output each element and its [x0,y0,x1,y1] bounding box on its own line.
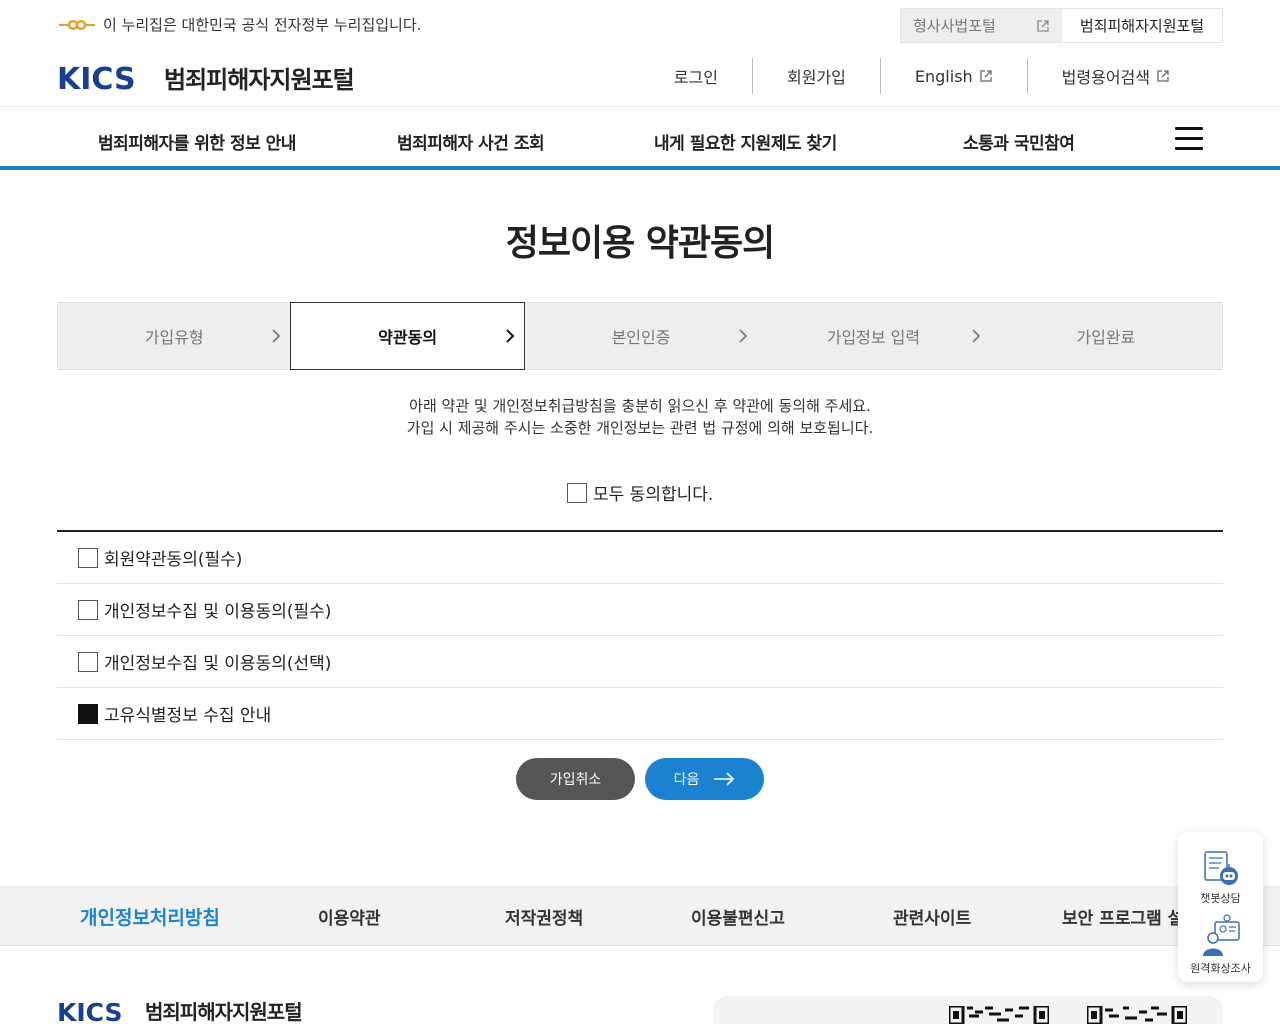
footer-link-report[interactable]: 이용불편신고 [691,904,785,929]
footer-title: 범죄피해자지원포털 [145,1000,303,1024]
signup-link[interactable]: 회원가입 [752,58,880,94]
chevron-right-icon [272,329,281,343]
footer-nav: 개인정보처리방침 이용약관 저작권정책 이용불편신고 관련사이트 보안 프로그램… [0,886,1280,946]
kics-logo-icon: KICS [57,998,123,1024]
action-buttons: 가입취소 다음 [0,758,1280,800]
cancel-signup-button[interactable]: 가입취소 [516,758,635,800]
nav-item-support-finder[interactable]: 내게 필요한 지원제도 찾기 [654,129,837,154]
legal-term-search-link[interactable]: 법령용어검색 [1026,58,1204,94]
term-unique-id-notice[interactable]: 고유식별정보 수집 안내 [57,688,1223,740]
footer-link-copyright[interactable]: 저작권정책 [505,904,583,929]
nav-item-victim-info[interactable]: 범죄피해자를 위한 정보 안내 [98,129,296,154]
step-info-entry: 가입정보 입력 [757,303,989,369]
chevron-right-icon [739,329,748,343]
step-complete: 가입완료 [990,303,1222,369]
signup-steps: 가입유형 약관동의 본인인증 가입정보 입력 가입완료 [57,302,1223,370]
gov-notice-text: 이 누리집은 대한민국 공식 전자정부 누리집입니다. [103,16,422,34]
portal-link-criminal-justice[interactable]: 형사사법포털 [901,9,1062,42]
intro-line: 아래 약관 및 개인정보취급방침을 충분히 읽으신 후 약관에 동의해 주세요. [409,397,871,415]
intro-text: 아래 약관 및 개인정보취급방침을 충분히 읽으신 후 약관에 동의해 주세요.… [0,395,1280,439]
chatbot-icon [1203,851,1238,885]
nav-item-participation[interactable]: 소통과 국민참여 [963,129,1075,154]
term-label: 개인정보수집 및 이용동의(필수) [104,602,332,622]
external-link-icon [1157,70,1169,82]
cancel-label: 가입취소 [549,772,602,788]
term-member-agreement[interactable]: 회원약관동의(필수) [57,532,1223,584]
footer-link-terms[interactable]: 이용약관 [318,904,381,929]
site-logo[interactable]: KICS 범죄피해자지원포털 [57,60,355,95]
checkbox-box[interactable] [567,482,587,503]
chatbot-button[interactable]: 챗봇상담 [1178,850,1263,906]
login-label: 로그인 [673,68,718,87]
nav-item-case-lookup[interactable]: 범죄피해자 사건 조회 [397,129,545,154]
term-label: 고유식별정보 수집 안내 [104,706,272,726]
footer-link-privacy-policy[interactable]: 개인정보처리방침 [80,903,220,930]
checkbox-box[interactable] [78,599,98,620]
checkbox-box[interactable] [78,703,98,724]
gov-emblem-icon [59,19,95,30]
step-terms-agreement: 약관동의 [290,302,525,370]
next-button[interactable]: 다음 [645,758,764,800]
english-link[interactable]: English [879,58,1027,94]
term-label: 개인정보수집 및 이용동의(선택) [104,654,332,674]
english-label: English [914,66,973,86]
chevron-right-icon [972,329,980,343]
step-identity-verification: 본인인증 [525,303,757,369]
page-title: 정보이용 약관동의 [505,223,776,264]
intro-line: 가입 시 제공해 주시는 소중한 개인정보는 관련 법 규정에 의해 보호됩니다… [406,419,874,437]
step-label: 가입유형 [144,328,204,347]
step-label: 가입정보 입력 [826,328,921,347]
chevron-right-icon [506,329,515,343]
gov-banner: 이 누리집은 대한민국 공식 전자정부 누리집입니다. 형사사법포털 범죄피해자… [0,0,1280,50]
terms-list: 회원약관동의(필수) 개인정보수집 및 이용동의(필수) 개인정보수집 및 이용… [57,530,1223,740]
step-label: 약관동의 [378,328,438,347]
portal-link-label: 범죄피해자지원포털 [1079,17,1205,35]
portal-link-label: 형사사법포털 [913,17,996,35]
kics-logo-icon: KICS [57,62,136,94]
floating-quick-menu: 챗봇상담 원격화상조사 [1178,832,1263,982]
video-interview-label: 원격화상조사 [1190,962,1251,975]
external-link-icon [980,70,992,82]
portal-link-victim-support[interactable]: 범죄피해자지원포털 [1062,9,1222,42]
agree-all-label: 모두 동의합니다. [593,485,714,505]
agree-all-checkbox[interactable]: 모두 동의합니다. [567,480,713,505]
utility-links: 로그인 회원가입 English 법령용어검색 [640,58,1204,94]
video-interview-button[interactable]: 원격화상조사 [1178,914,1263,976]
next-label: 다음 [673,772,700,788]
legal-term-search-label: 법령용어검색 [1061,68,1150,87]
qr-code-icon [1087,1006,1187,1024]
external-link-icon [1037,19,1049,32]
arrow-right-icon [714,772,735,786]
site-header: KICS 범죄피해자지원포털 로그인 회원가입 English 법령용어검색 [0,50,1280,107]
step-label: 본인인증 [611,328,671,347]
qr-code-icon [949,1006,1049,1024]
svg-text:KICS: KICS [57,62,136,94]
site-title: 범죄피해자지원포털 [164,66,355,94]
term-privacy-optional[interactable]: 개인정보수집 및 이용동의(선택) [57,636,1223,688]
login-link[interactable]: 로그인 [640,58,752,94]
step-join-type: 가입유형 [58,303,290,369]
svg-text:KICS: KICS [57,998,123,1024]
footer-info-box [713,996,1223,1024]
gov-notice: 이 누리집은 대한민국 공식 전자정부 누리집입니다. [57,14,421,35]
checkbox-box[interactable] [78,547,98,568]
footer-logo: KICS 범죄피해자지원포털 [57,996,303,1024]
chatbot-label: 챗봇상담 [1200,892,1241,905]
term-privacy-required[interactable]: 개인정보수집 및 이용동의(필수) [57,584,1223,636]
footer-link-related-sites[interactable]: 관련사이트 [893,904,971,929]
main-nav: 범죄피해자를 위한 정보 안내 범죄피해자 사건 조회 내게 필요한 지원제도 … [0,107,1280,170]
portal-switch: 형사사법포털 범죄피해자지원포털 [900,8,1223,43]
signup-label: 회원가입 [787,68,846,87]
checkbox-box[interactable] [78,651,98,672]
video-call-icon [1202,914,1240,956]
hamburger-icon[interactable] [1175,127,1203,151]
step-label: 가입완료 [1076,328,1136,347]
term-label: 회원약관동의(필수) [104,550,243,570]
